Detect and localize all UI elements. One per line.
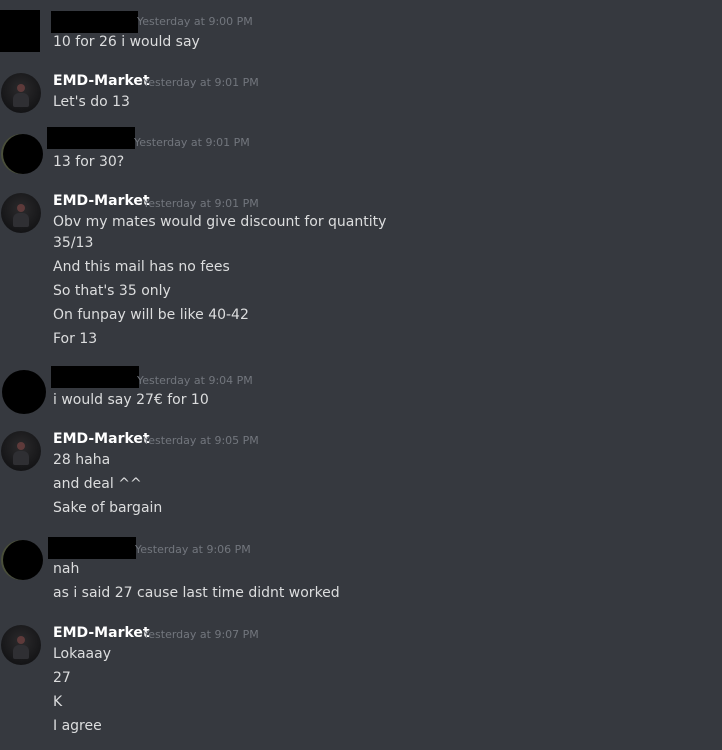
username[interactable]: EMD-Market — [53, 625, 150, 641]
message-text: 28 haha — [53, 452, 111, 468]
message-timestamp: Yesterday at 9:00 PM — [137, 15, 253, 28]
avatar[interactable] — [1, 431, 41, 471]
message-text: nah — [53, 561, 80, 577]
message-timestamp: Yesterday at 9:07 PM — [143, 628, 259, 641]
message-text: 35/13 — [53, 235, 94, 251]
avatar[interactable] — [1, 73, 41, 113]
avatar[interactable] — [1, 625, 41, 665]
message-text: 27 — [53, 670, 71, 686]
avatar[interactable] — [3, 540, 43, 580]
message-text: 13 for 30? — [53, 154, 125, 170]
username[interactable]: EMD-Market — [53, 73, 150, 89]
message-text: For 13 — [53, 331, 98, 347]
message-text: So that's 35 only — [53, 283, 171, 299]
message-text: I agree — [53, 718, 102, 734]
message-timestamp: Yesterday at 9:01 PM — [143, 197, 259, 210]
avatar[interactable] — [1, 193, 41, 233]
message-timestamp: Yesterday at 9:05 PM — [143, 434, 259, 447]
message-timestamp: Yesterday at 9:01 PM — [143, 76, 259, 89]
message-timestamp: Yesterday at 9:06 PM — [135, 543, 251, 556]
message-text: i would say 27€ for 10 — [53, 392, 209, 408]
message-text: On funpay will be like 40-42 — [53, 307, 249, 323]
avatar[interactable] — [2, 370, 46, 414]
message-text: And this mail has no fees — [53, 259, 230, 275]
message-text: 10 for 26 i would say — [53, 34, 200, 50]
username[interactable]: EMD-Market — [53, 193, 150, 209]
username[interactable]: EMD-Market — [53, 431, 150, 447]
message-text: Let's do 13 — [53, 94, 130, 110]
avatar[interactable] — [0, 10, 40, 52]
message-timestamp: Yesterday at 9:01 PM — [134, 136, 250, 149]
avatar[interactable] — [3, 134, 43, 174]
redacted-username — [51, 366, 139, 388]
redacted-username — [51, 11, 138, 33]
message-timestamp: Yesterday at 9:04 PM — [137, 374, 253, 387]
redacted-username — [47, 127, 135, 149]
message-text: K — [53, 694, 63, 710]
message-text: Sake of bargain — [53, 500, 163, 516]
message-text: Obv my mates would give discount for qua… — [53, 214, 387, 230]
message-text: Lokaaay — [53, 646, 112, 662]
message-text: as i said 27 cause last time didnt worke… — [53, 585, 340, 601]
message-text: and deal ^^ — [53, 476, 142, 492]
redacted-username — [48, 537, 136, 559]
